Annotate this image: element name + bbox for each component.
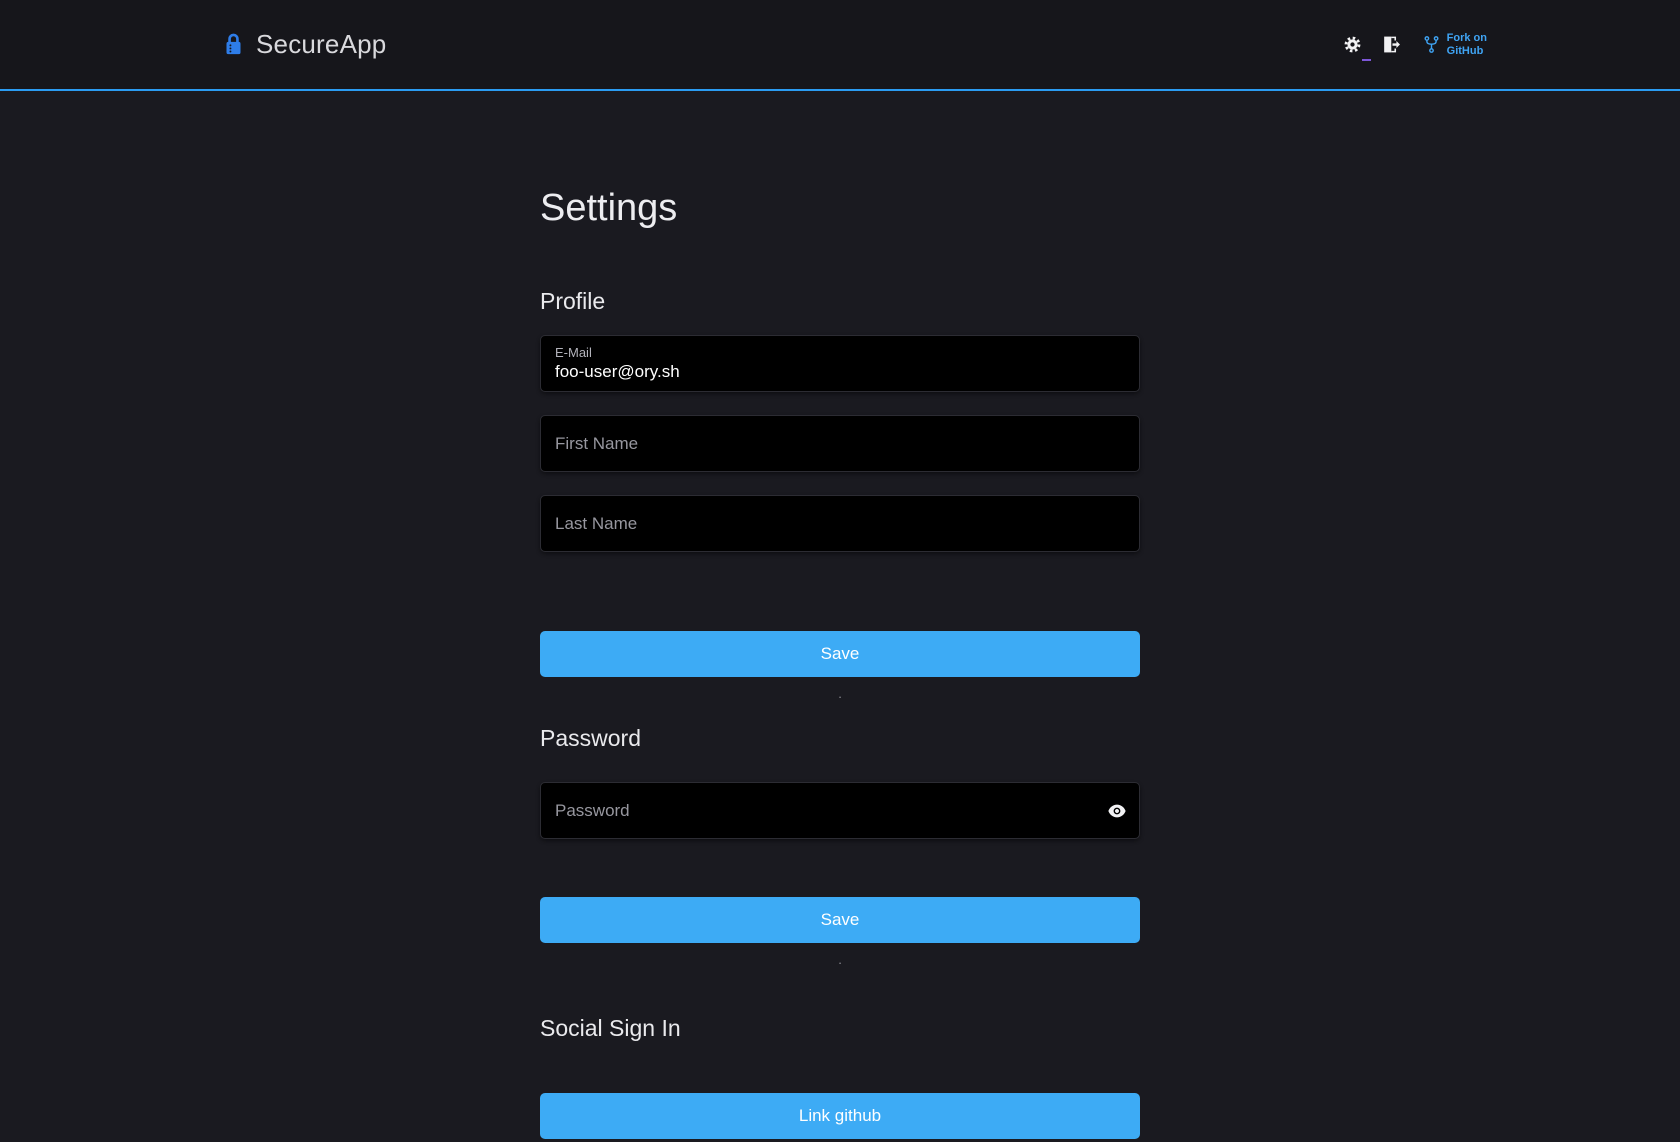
profile-heading: Profile: [540, 288, 1140, 315]
brand: SecureApp: [223, 29, 386, 60]
page-title: Settings: [540, 187, 1140, 230]
text-caret: [1362, 59, 1371, 61]
email-input[interactable]: [555, 362, 1125, 382]
first-name-input[interactable]: [540, 415, 1140, 472]
link-github-button[interactable]: Link github: [540, 1093, 1140, 1139]
email-field[interactable]: E-Mail: [540, 335, 1140, 392]
logout-button[interactable]: [1379, 33, 1402, 56]
lock-icon: [223, 31, 244, 58]
logout-door-icon: [1381, 35, 1400, 54]
social-sign-in-heading: Social Sign In: [540, 1015, 1140, 1042]
last-name-field: [540, 495, 1140, 552]
password-heading: Password: [540, 725, 1140, 752]
email-label: E-Mail: [555, 345, 1125, 360]
save-profile-button[interactable]: Save: [540, 631, 1140, 677]
fork-on-github-link[interactable]: Fork on GitHub: [1423, 32, 1487, 58]
password-field: [540, 782, 1140, 839]
password-message: .: [540, 953, 1140, 967]
brand-name: SecureApp: [256, 29, 386, 60]
password-visibility-toggle[interactable]: [1102, 798, 1132, 824]
last-name-input[interactable]: [540, 495, 1140, 552]
eye-icon: [1108, 804, 1126, 818]
gear-icon: [1343, 35, 1362, 54]
app-header: SecureApp: [0, 0, 1680, 91]
fork-on-github-label: Fork on GitHub: [1447, 32, 1487, 58]
password-input[interactable]: [540, 782, 1140, 839]
profile-message: .: [540, 687, 1140, 701]
header-actions: Fork on GitHub: [1341, 32, 1487, 58]
settings-page: Settings Profile E-Mail Save . Password …: [540, 187, 1140, 1139]
settings-button[interactable]: [1341, 33, 1364, 56]
fork-icon: [1423, 34, 1440, 55]
first-name-field: [540, 415, 1140, 472]
save-password-button[interactable]: Save: [540, 897, 1140, 943]
